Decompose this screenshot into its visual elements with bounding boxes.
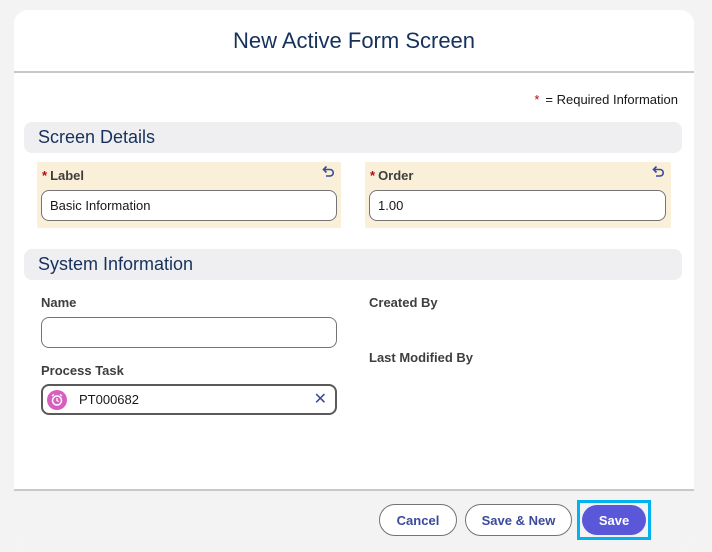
process-task-label: Process Task <box>41 363 124 378</box>
undo-icon[interactable] <box>651 165 665 179</box>
required-star: * <box>42 168 48 183</box>
close-icon[interactable]: ✕ <box>314 392 327 408</box>
section-screen-details[interactable]: Screen Details <box>24 122 682 153</box>
section-title: System Information <box>38 254 194 274</box>
cancel-button[interactable]: Cancel <box>379 504 457 536</box>
created-by-label: Created By <box>369 295 438 310</box>
order-input-value: 1.00 <box>378 198 404 213</box>
section-title: Screen Details <box>38 127 156 147</box>
field-label-text: Order <box>378 168 414 183</box>
label-input[interactable]: Basic Information <box>41 190 337 221</box>
required-star: * <box>534 92 540 107</box>
label-input-value: Basic Information <box>50 198 151 213</box>
last-modified-by-label: Last Modified By <box>369 350 474 365</box>
field-label-text: Label <box>50 168 85 183</box>
save-and-new-button[interactable]: Save & New <box>465 504 572 536</box>
required-star: * <box>370 168 376 183</box>
order-input[interactable]: 1.00 <box>369 190 666 221</box>
process-task-icon <box>47 389 67 410</box>
modal-header: New Active Form Screen <box>14 10 694 73</box>
process-task-lookup[interactable]: PT000682 ✕ <box>41 384 337 415</box>
modal-footer: Cancel Save & New Save <box>14 489 694 547</box>
name-input[interactable] <box>41 317 337 348</box>
name-field-label: Name <box>41 295 77 310</box>
undo-icon[interactable] <box>321 165 335 179</box>
modal-dialog: New Active Form Screen * = Required Infor… <box>14 10 694 547</box>
required-info-text: = Required Information <box>545 92 678 107</box>
process-task-value[interactable]: PT000682 <box>79 392 139 407</box>
label-field-label: * Label <box>42 168 84 183</box>
modal-title: New Active Form Screen <box>232 27 476 53</box>
required-info-note: * = Required Information <box>534 92 678 107</box>
order-field-label: * Order <box>370 168 413 183</box>
section-system-information[interactable]: System Information <box>24 249 682 280</box>
save-button[interactable]: Save <box>582 505 646 535</box>
